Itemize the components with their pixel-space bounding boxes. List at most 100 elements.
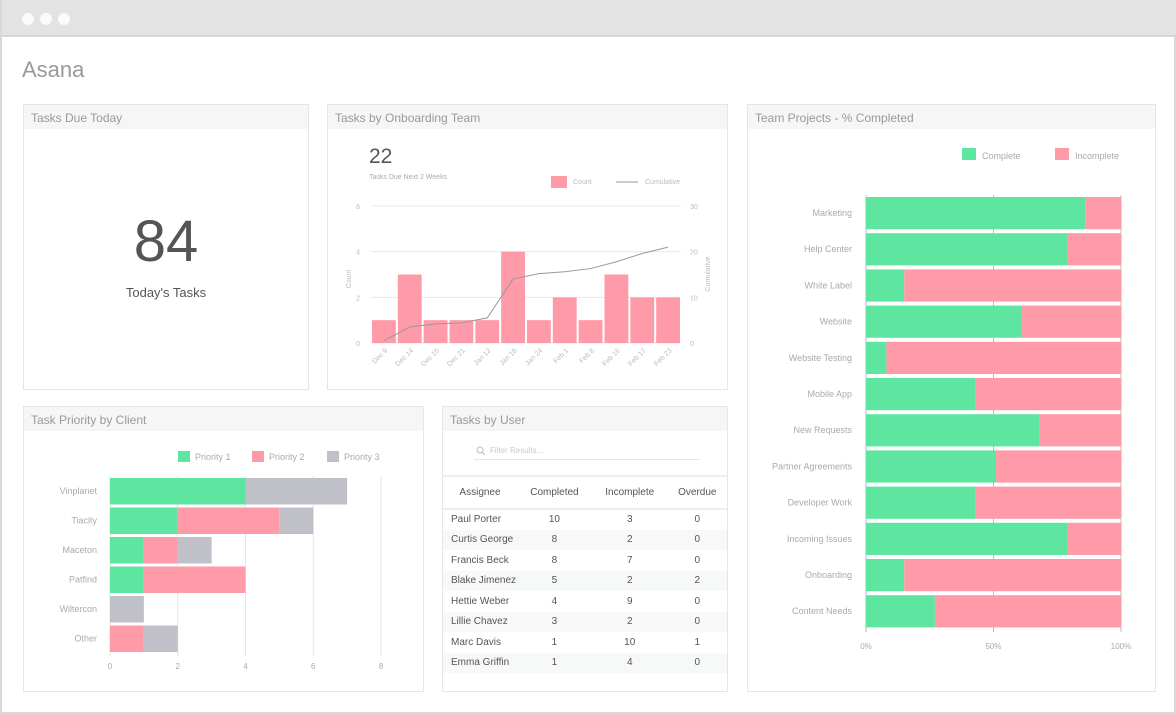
incomplete-cell: 3 xyxy=(626,514,633,526)
priority-bar-segment xyxy=(110,507,178,534)
incomplete-cell: 2 xyxy=(591,570,668,591)
x-tick-label: Feb 17 xyxy=(627,347,647,367)
users-table: Assignee Completed Incomplete Overdue Pa… xyxy=(443,477,727,673)
category-label: Maceton xyxy=(62,545,97,555)
incomplete-bar xyxy=(1067,233,1121,266)
x-tick-label: Feb 23 xyxy=(653,347,673,367)
table-row[interactable]: Blake Jimenez 5 2 2 xyxy=(443,570,727,591)
y-tick-label: 0 xyxy=(356,341,360,348)
completed-cell: 4 xyxy=(551,595,558,607)
count-bar xyxy=(475,320,500,343)
category-label: White Label xyxy=(804,280,852,290)
y2-axis-label: Cumulative xyxy=(705,256,712,291)
priority-bar-segment xyxy=(110,537,144,564)
table-row[interactable]: Francis Beck 8 7 0 xyxy=(443,550,727,571)
incomplete-bar xyxy=(1039,414,1121,447)
completed-cell: 1 xyxy=(517,652,592,673)
filter-input[interactable] xyxy=(490,446,690,455)
tasks-by-user-panel: Tasks by User Assignee Completed Incompl… xyxy=(442,406,728,692)
complete-bar xyxy=(866,269,905,302)
count-bar xyxy=(552,297,577,343)
x-tick-label: 0 xyxy=(108,662,113,671)
team-projects-panel: Team Projects - % Completed 0% 50% 100% Mar… xyxy=(747,104,1156,692)
priority-panel: Task Priority by Client 0 2 4 6 8 Vinplanet Ti… xyxy=(23,406,424,692)
incomplete-bar xyxy=(934,595,1121,628)
x-tick-label: 4 xyxy=(243,662,248,671)
x-tick-label: Feb 1 xyxy=(553,347,571,365)
table-row[interactable]: Paul Porter 10 3 0 xyxy=(443,509,727,530)
category-label: Partner Agreements xyxy=(772,461,853,471)
window-titlebar xyxy=(2,0,1176,37)
x-tick-label: 2 xyxy=(176,662,181,671)
x-tick-label: Dec 9 xyxy=(371,347,389,365)
table-row[interactable]: Emma Griffin 1 4 0 xyxy=(443,652,727,673)
priority-bar-segment xyxy=(177,507,280,534)
category-label: Content Needs xyxy=(792,606,853,616)
category-label: Tiacity xyxy=(71,516,97,526)
search-icon xyxy=(476,446,486,456)
x-tick-label: Dec 21 xyxy=(446,347,467,368)
assignee-cell: Blake Jimenez xyxy=(443,570,517,591)
incomplete-cell: 7 xyxy=(626,554,633,566)
category-label: Wiltercon xyxy=(59,604,97,614)
overdue-cell: 0 xyxy=(667,529,727,550)
tasks-due-today-value: 84 xyxy=(133,209,199,274)
category-label: Marketing xyxy=(812,208,852,218)
col-header-completed[interactable]: Completed xyxy=(517,477,592,509)
tasks-due-today-panel: Tasks Due Today 84 Today's Tasks xyxy=(23,104,309,390)
team-projects-chart: 0% 50% 100% Marketing Help Center White Label… xyxy=(772,148,1131,651)
assignee-cell: Marc Davis xyxy=(451,636,502,648)
overdue-cell: 0 xyxy=(667,652,727,673)
panel-title: Tasks by User xyxy=(443,407,727,431)
complete-bar xyxy=(866,341,887,374)
overdue-cell: 1 xyxy=(694,636,701,648)
assignee-cell: Emma Griffin xyxy=(443,652,517,673)
incomplete-cell: 9 xyxy=(626,595,633,607)
x-tick-label: Feb 8 xyxy=(578,347,596,365)
count-bar xyxy=(501,251,525,343)
priority-bar-segment xyxy=(110,625,144,652)
overdue-cell: 2 xyxy=(667,570,727,591)
y-axis-label: Count xyxy=(346,270,353,289)
category-label: Other xyxy=(74,634,97,644)
assignee-cell: Hettie Weber xyxy=(451,595,510,607)
complete-bar xyxy=(866,305,1022,338)
completed-cell: 3 xyxy=(517,611,592,632)
x-tick-label: 0% xyxy=(860,642,872,651)
panel-title: Tasks by Onboarding Team xyxy=(328,105,727,129)
y-tick-label: 6 xyxy=(356,204,360,211)
col-header-overdue[interactable]: Overdue xyxy=(668,477,727,509)
priority-bar-segment xyxy=(245,478,348,505)
assignee-cell: Francis Beck xyxy=(451,554,509,566)
y2-tick-label: 10 xyxy=(690,295,698,302)
legend-swatch xyxy=(962,148,976,160)
legend-swatch xyxy=(252,451,264,462)
category-label: Onboarding xyxy=(805,570,852,580)
table-row[interactable]: Lillie Chavez 3 2 0 xyxy=(443,611,727,632)
overdue-cell: 0 xyxy=(694,554,701,566)
window-minimize-dot[interactable] xyxy=(40,13,52,25)
table-row[interactable]: Hettie Weber 4 9 0 xyxy=(443,591,727,612)
table-row[interactable]: Curtis George 8 2 0 xyxy=(443,529,727,550)
window-maximize-dot[interactable] xyxy=(58,13,70,25)
legend-swatch xyxy=(1055,148,1069,160)
window-close-dot[interactable] xyxy=(22,13,34,25)
incomplete-cell: 10 xyxy=(624,636,636,648)
filter-search[interactable] xyxy=(474,445,699,460)
col-header-incomplete[interactable]: Incomplete xyxy=(592,477,668,509)
col-header-assignee[interactable]: Assignee xyxy=(443,477,517,509)
app-title: Asana xyxy=(22,57,85,82)
legend-label: Priority 1 xyxy=(195,452,231,462)
x-tick-label: Jan 18 xyxy=(499,347,519,367)
legend-count-swatch xyxy=(551,176,567,188)
category-label: Website Testing xyxy=(789,353,852,363)
browser-window: Asana Tasks Due Today 84 Today's Tasks T… xyxy=(0,0,1176,714)
incomplete-bar xyxy=(996,450,1121,483)
onboarding-chart: 02460102030Count CumulativeDec 9 Dec 14 Dec… xyxy=(346,176,712,368)
overdue-cell: 0 xyxy=(694,595,701,607)
legend-label: Complete xyxy=(982,151,1021,161)
priority-bar-segment xyxy=(110,596,144,623)
y2-tick-label: 20 xyxy=(690,250,698,257)
y-tick-label: 4 xyxy=(356,250,360,257)
table-row[interactable]: Marc Davis 1 10 1 xyxy=(443,632,727,653)
